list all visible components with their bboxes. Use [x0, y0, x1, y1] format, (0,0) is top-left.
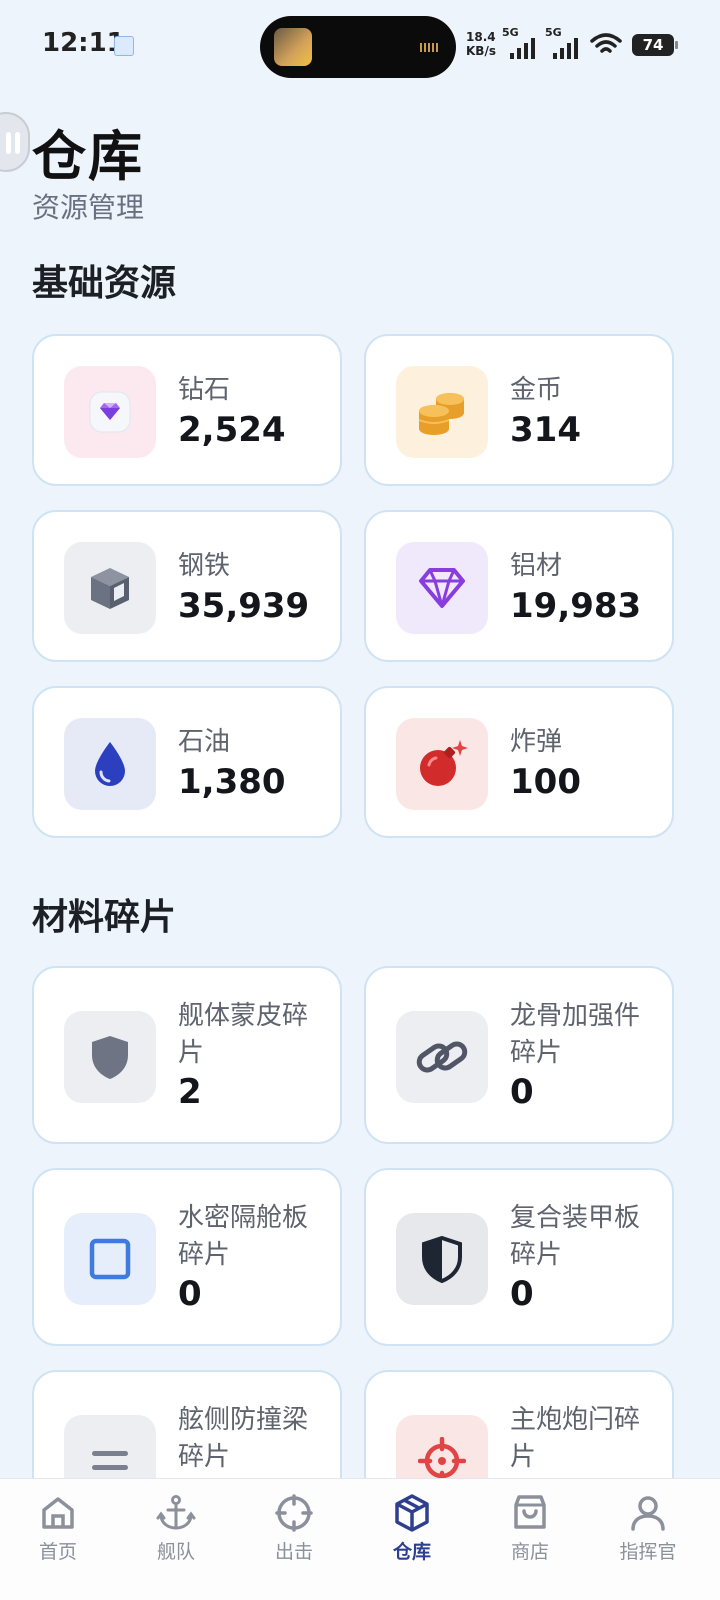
diamond-outline-icon	[396, 542, 488, 634]
resource-label: 钢铁	[178, 551, 231, 581]
section-title-fragments: 材料碎片	[32, 897, 177, 938]
nav-item-shop[interactable]: 商店	[480, 1493, 580, 1564]
fragment-label: 舰体蒙皮碎片	[178, 1001, 309, 1068]
fragment-label: 龙骨加强件碎片	[510, 1001, 641, 1068]
link-icon	[396, 1011, 488, 1103]
resource-card-aluminum[interactable]: 铝材 19,983	[364, 510, 674, 662]
media-thumbnail-icon	[274, 28, 312, 66]
resource-value: 35,939	[178, 586, 310, 626]
nav-label: 指挥官	[619, 1541, 677, 1563]
user-icon	[631, 1496, 665, 1531]
battery-icon: 74	[632, 34, 678, 56]
dynamic-island[interactable]	[260, 16, 456, 78]
floating-handle[interactable]	[0, 112, 30, 172]
resource-value: 2,524	[178, 410, 286, 450]
nav-item-warehouse[interactable]: 仓库	[362, 1493, 462, 1564]
fragment-label: 水密隔舱板碎片	[178, 1203, 309, 1270]
nav-item-home[interactable]: 首页	[8, 1493, 108, 1564]
bomb-icon	[396, 718, 488, 810]
resource-value: 19,983	[510, 586, 642, 626]
resource-label: 钻石	[178, 375, 231, 405]
resource-card-oil[interactable]: 石油 1,380	[32, 686, 342, 838]
status-time: 12:11	[42, 28, 125, 58]
half-shield-icon	[396, 1213, 488, 1305]
fragment-card-watertight-bulkhead[interactable]: 水密隔舱板碎片 0	[32, 1168, 342, 1346]
nav-item-fleet[interactable]: 舰队	[126, 1493, 226, 1564]
fragment-value: 2	[178, 1072, 202, 1112]
shield-icon	[64, 1011, 156, 1103]
resource-label: 铝材	[510, 551, 563, 581]
fragment-label: 舷侧防撞梁碎片	[178, 1405, 309, 1472]
anchor-icon	[156, 1495, 196, 1530]
resource-label: 炸弹	[510, 727, 563, 757]
fragment-label: 复合装甲板碎片	[510, 1203, 641, 1270]
page-title: 仓库	[32, 125, 144, 188]
target-icon	[275, 1494, 313, 1532]
box-icon	[395, 1494, 429, 1532]
nav-label: 仓库	[392, 1541, 431, 1563]
nav-label: 出击	[274, 1541, 313, 1563]
bottom-nav: 首页 舰队 出击 仓库 商店 指挥官	[0, 1478, 720, 1600]
square-outline-icon	[64, 1213, 156, 1305]
fragment-card-composite-armor[interactable]: 复合装甲板碎片 0	[364, 1168, 674, 1346]
nav-label: 首页	[38, 1541, 77, 1563]
status-bar: 12:11 18.4 KB/s 5G 5G 74	[0, 0, 720, 92]
shopping-bag-icon	[514, 1495, 546, 1529]
network-speed: 18.4 KB/s	[466, 30, 496, 58]
fragment-value: 0	[510, 1274, 534, 1314]
resource-card-diamond[interactable]: 钻石 2,524	[32, 334, 342, 486]
audio-wave-icon	[420, 43, 438, 52]
fragment-card-keel[interactable]: 龙骨加强件碎片 0	[364, 966, 674, 1144]
nav-label: 商店	[510, 1541, 549, 1563]
fragment-label: 主炮炮闩碎片	[510, 1405, 641, 1472]
page-subtitle: 资源管理	[32, 191, 145, 224]
oil-drop-icon	[64, 718, 156, 810]
wifi-icon	[590, 33, 622, 53]
nav-item-commander[interactable]: 指挥官	[598, 1493, 698, 1564]
fragment-value: 0	[510, 1072, 534, 1112]
nav-label: 舰队	[156, 1541, 195, 1563]
fragment-value: 0	[178, 1274, 202, 1314]
resource-card-bomb[interactable]: 炸弹 100	[364, 686, 674, 838]
nav-item-sortie[interactable]: 出击	[244, 1493, 344, 1564]
coins-icon	[396, 366, 488, 458]
resource-label: 金币	[510, 375, 563, 405]
home-icon	[42, 1497, 74, 1529]
resource-card-gold[interactable]: 金币 314	[364, 334, 674, 486]
notification-app-icon	[114, 36, 134, 56]
resource-value: 1,380	[178, 762, 286, 802]
section-title-basic: 基础资源	[32, 263, 177, 304]
cube-icon	[64, 542, 156, 634]
resource-value: 314	[510, 410, 581, 450]
resource-label: 石油	[178, 727, 231, 757]
gem-icon	[64, 366, 156, 458]
fragment-card-hull-skin[interactable]: 舰体蒙皮碎片 2	[32, 966, 342, 1144]
resource-card-steel[interactable]: 钢铁 35,939	[32, 510, 342, 662]
resource-value: 100	[510, 762, 581, 802]
